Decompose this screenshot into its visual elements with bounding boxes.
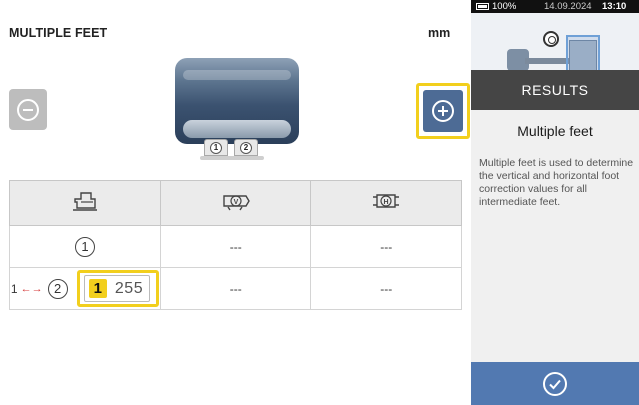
results-section-bar: RESULTS: [471, 70, 639, 110]
distance-input[interactable]: 1 255: [83, 275, 151, 302]
table-row[interactable]: 1 ←→ 2 1 255 --- ---: [9, 267, 462, 310]
foot-2[interactable]: 2: [234, 139, 258, 156]
confirm-button[interactable]: [471, 362, 639, 405]
battery-icon: [476, 3, 489, 10]
status-time: 13:10: [602, 1, 627, 12]
page-title: MULTIPLE FEET: [9, 26, 108, 40]
header-horizontal: H: [310, 180, 462, 226]
distance-arrow-icon: ←→: [20, 282, 43, 295]
help-title: Multiple feet: [517, 123, 593, 139]
table-header-row: V H: [9, 180, 462, 226]
settings-cog-icon: [543, 31, 559, 47]
horizontal-correction-icon: H: [373, 193, 400, 208]
foot-1-number: 1: [210, 142, 222, 154]
side-panel: 100% 14.09.2024 13:10 RESULTS Multiple f…: [471, 0, 639, 405]
vertical-value-cell: ---: [159, 225, 312, 268]
foot-1[interactable]: 1: [204, 139, 228, 156]
reference-foot-label: 1: [10, 281, 18, 296]
help-text: Multiple feet is used to determine the v…: [479, 157, 634, 208]
svg-text:V: V: [233, 199, 238, 206]
foot-number-badge: 1: [74, 236, 95, 257]
table-row[interactable]: 1 --- ---: [9, 225, 462, 268]
foot-position-icon: [72, 191, 97, 211]
foot-cell: 1 ←→ 2 1 255: [9, 267, 161, 310]
distance-input-highlight: 1 255: [76, 270, 160, 307]
foot-number-badge: 2: [47, 278, 68, 299]
main-panel: MULTIPLE FEET mm 1 2 V H 1 --- --- 1 ←→ …: [0, 0, 471, 405]
header-foot-position: [9, 180, 161, 226]
distance-ref-badge: 1: [88, 279, 107, 298]
add-foot-button[interactable]: [423, 90, 463, 132]
foot-2-number: 2: [240, 142, 252, 154]
battery-level: 100%: [492, 1, 517, 12]
horizontal-value-cell: ---: [310, 267, 462, 310]
foot-base-shadow: [200, 156, 264, 160]
svg-text:H: H: [384, 199, 389, 206]
plus-circle-icon: [432, 100, 454, 122]
remove-foot-button[interactable]: [9, 89, 47, 130]
status-bar: 100% 14.09.2024 13:10: [471, 0, 639, 13]
check-circle-icon: [543, 371, 567, 396]
vertical-correction-icon: V: [223, 194, 250, 210]
header-vertical: V: [159, 180, 312, 226]
results-label: RESULTS: [521, 82, 589, 98]
machine-illustration: [175, 58, 299, 148]
horizontal-value-cell: ---: [310, 225, 462, 268]
distance-value: 255: [114, 279, 144, 297]
vertical-value-cell: ---: [159, 267, 312, 310]
minus-circle-icon: [17, 98, 39, 121]
unit-label: mm: [428, 26, 451, 40]
status-date: 14.09.2024: [544, 1, 592, 12]
feet-table: V H 1 --- --- 1 ←→ 2 1 255 --- ---: [9, 180, 462, 310]
foot-cell: 1: [9, 225, 161, 268]
